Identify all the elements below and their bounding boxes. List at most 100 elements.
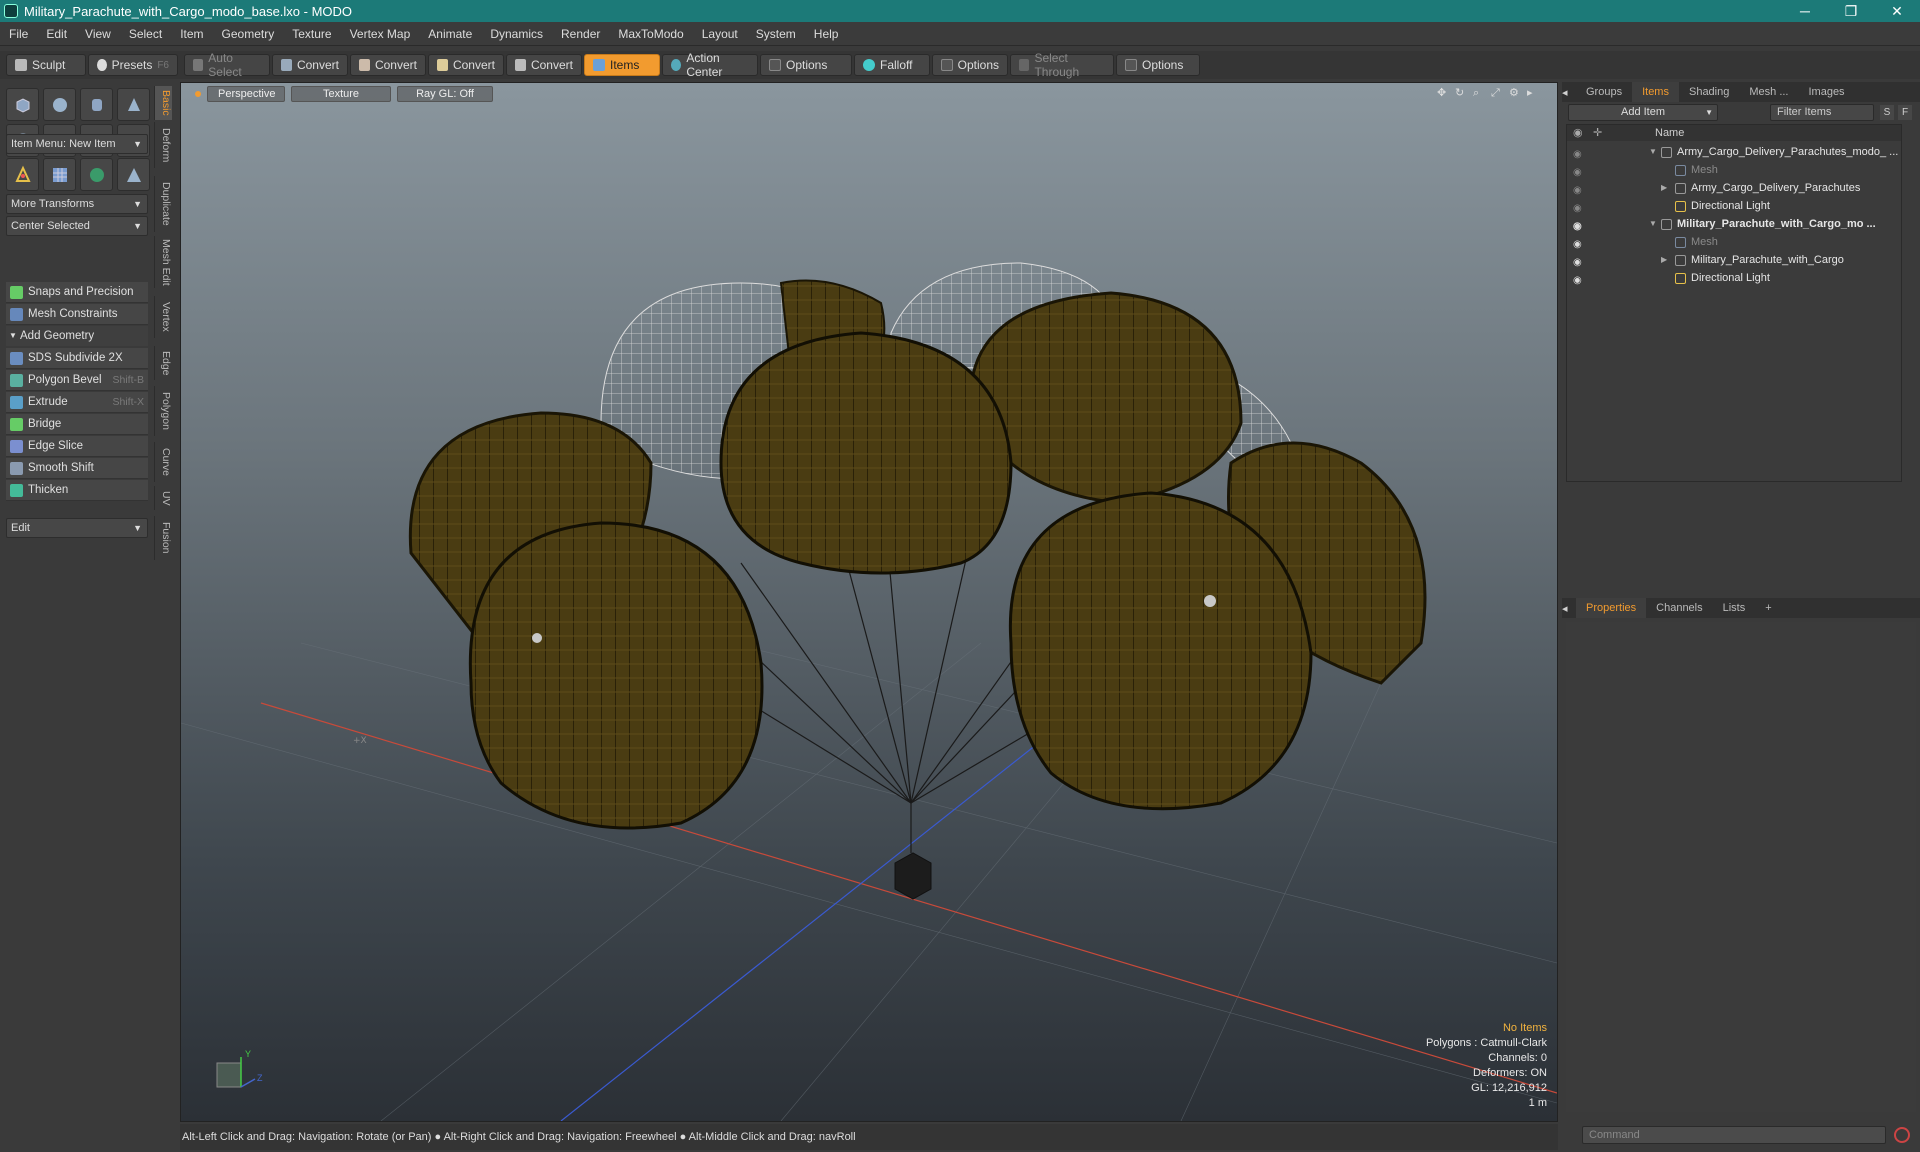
tab-vertex[interactable]: Vertex [154,296,172,338]
eye-icon[interactable]: ◉ [1573,182,1585,196]
cylinder-icon[interactable] [80,88,113,121]
item-menu-dropdown[interactable]: Item Menu: New Item ▼ [6,134,148,154]
3d-viewport[interactable]: Perspective Texture Ray GL: Off ✥ ↻ ⌕ ⤢ … [180,82,1558,1122]
extrude-button[interactable]: Extrude Shift-X [6,392,148,413]
falloff-button[interactable]: Falloff [854,54,930,76]
convert-edges-button[interactable]: Convert [350,54,426,76]
tab-edge[interactable]: Edge [154,346,172,380]
maximize-button[interactable]: ❐ [1828,0,1874,22]
tab-groups[interactable]: Groups [1576,82,1632,102]
action-center-button[interactable]: Action Center [662,51,758,79]
sculpt-button[interactable]: Sculpt [6,54,86,76]
add-geometry-section[interactable]: ▼ Add Geometry [6,326,148,346]
panel-menu-icon[interactable]: ◂ [1562,86,1576,99]
tree-row-army-scene[interactable]: ◉ ▼ Army_Cargo_Delivery_Parachutes_modo_ .… [1567,143,1901,161]
pyramid-icon[interactable] [117,158,150,191]
tab-channels[interactable]: Channels [1646,598,1712,618]
transform-icon[interactable] [6,158,39,191]
bridge-button[interactable]: Bridge [6,414,148,435]
convert-polygons-button[interactable]: Convert [428,54,504,76]
edit-dropdown[interactable]: Edit ▼ [6,518,148,538]
select-through-options-button[interactable]: Options [1116,54,1200,76]
tree-row-mesh-2[interactable]: ◉ Mesh [1567,233,1901,251]
tab-curve[interactable]: Curve [154,442,172,482]
filter-f-button[interactable]: F [1898,105,1912,120]
convert-materials-button[interactable]: Convert [506,54,582,76]
tab-fusion[interactable]: Fusion [154,516,172,560]
grid-icon[interactable] [43,158,76,191]
menu-item[interactable]: Item [171,27,212,41]
mesh-constraints-button[interactable]: Mesh Constraints [6,304,148,325]
cone-icon[interactable] [117,88,150,121]
sds-subdivide-button[interactable]: SDS Subdivide 2X [6,348,148,369]
add-tab-icon[interactable]: + [1755,598,1781,618]
auto-select-button[interactable]: Auto Select [184,51,270,79]
convert-vertices-button[interactable]: Convert [272,54,348,76]
tab-duplicate[interactable]: Duplicate [154,176,172,232]
expand-triangle-icon[interactable]: ▶ [1661,179,1667,197]
eye-icon[interactable]: ◉ [1573,146,1585,160]
globe-icon[interactable] [80,158,113,191]
menu-maxtomodo[interactable]: MaxToModo [609,27,692,41]
tab-uv[interactable]: UV [154,486,172,510]
menu-render[interactable]: Render [552,27,609,41]
menu-file[interactable]: File [0,27,37,41]
menu-layout[interactable]: Layout [693,27,747,41]
expand-triangle-icon[interactable]: ▼ [1649,215,1657,233]
menu-edit[interactable]: Edit [37,27,76,41]
edge-slice-button[interactable]: Edge Slice [6,436,148,457]
eye-icon[interactable]: ◉ [1573,272,1585,286]
sphere-icon[interactable] [43,88,76,121]
tab-polygon[interactable]: Polygon [154,386,172,436]
tab-lists[interactable]: Lists [1713,598,1756,618]
tree-row-military-scene[interactable]: ◉ ▼ Military_Parachute_with_Cargo_mo ... [1567,215,1901,233]
tree-row-army-group[interactable]: ◉ ▶ Army_Cargo_Delivery_Parachutes [1567,179,1901,197]
tab-mesh[interactable]: Mesh ... [1739,82,1798,102]
record-icon[interactable] [1894,1127,1910,1143]
name-column-header[interactable]: Name [1655,125,1684,141]
menu-dynamics[interactable]: Dynamics [481,27,552,41]
smooth-shift-button[interactable]: Smooth Shift [6,458,148,479]
menu-view[interactable]: View [76,27,120,41]
tab-items[interactable]: Items [1632,82,1679,102]
tab-images[interactable]: Images [1798,82,1854,102]
cube-icon[interactable] [6,88,39,121]
tab-properties[interactable]: Properties [1576,598,1647,618]
center-selected-dropdown[interactable]: Center Selected ▼ [6,216,148,236]
menu-animate[interactable]: Animate [419,27,481,41]
thicken-button[interactable]: Thicken [6,480,148,501]
menu-texture[interactable]: Texture [283,27,340,41]
falloff-options-button[interactable]: Options [932,54,1008,76]
presets-button[interactable]: Presets F6 [88,54,178,76]
items-mode-button[interactable]: Items [584,54,660,76]
more-transforms-dropdown[interactable]: More Transforms ▼ [6,194,148,214]
filter-s-button[interactable]: S [1880,105,1894,120]
eye-icon[interactable]: ◉ [1573,218,1585,232]
menu-select[interactable]: Select [120,27,171,41]
expand-triangle-icon[interactable]: ▼ [1649,143,1657,161]
tab-mesh-edit[interactable]: Mesh Edit [154,236,172,288]
action-center-options-button[interactable]: Options [760,54,852,76]
tree-row-light-1[interactable]: ◉ Directional Light [1567,197,1901,215]
minimize-button[interactable]: ─ [1782,0,1828,22]
tab-deform[interactable]: Deform [154,122,172,168]
snaps-precision-button[interactable]: Snaps and Precision [6,282,148,303]
expand-triangle-icon[interactable]: ▶ [1661,251,1667,269]
tab-basic[interactable]: Basic [154,86,172,120]
filter-items-input[interactable]: Filter Items [1770,104,1874,121]
menu-vertex-map[interactable]: Vertex Map [341,27,420,41]
eye-icon[interactable]: ◉ [1573,200,1585,214]
menu-help[interactable]: Help [805,27,848,41]
tree-row-military-group[interactable]: ◉ ▶ Military_Parachute_with_Cargo [1567,251,1901,269]
command-input[interactable]: Command [1582,1126,1886,1144]
eye-icon[interactable]: ◉ [1573,254,1585,268]
tree-row-mesh-1[interactable]: ◉ Mesh [1567,161,1901,179]
menu-geometry[interactable]: Geometry [213,27,284,41]
close-button[interactable]: ✕ [1874,0,1920,22]
polygon-bevel-button[interactable]: Polygon Bevel Shift-B [6,370,148,391]
panel-menu-icon[interactable]: ◂ [1562,602,1576,615]
add-item-button[interactable]: Add Item ▼ [1568,104,1718,121]
eye-icon[interactable]: ◉ [1573,164,1585,178]
eye-icon[interactable]: ◉ [1573,236,1585,250]
tree-row-light-2[interactable]: ◉ Directional Light [1567,269,1901,287]
